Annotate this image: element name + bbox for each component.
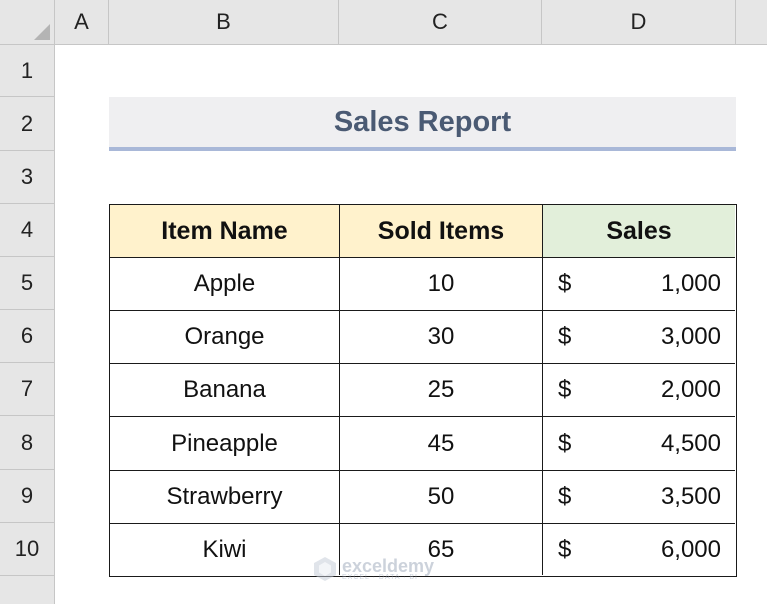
cell-sales[interactable]: $ 3,000 — [543, 311, 735, 364]
cell-sold-items[interactable]: 50 — [340, 471, 543, 524]
header-sold-items[interactable]: Sold Items — [340, 205, 543, 258]
row-header-7[interactable]: 7 — [0, 363, 55, 416]
currency-symbol: $ — [558, 535, 572, 563]
sales-amount: 2,000 — [660, 376, 721, 403]
currency-symbol: $ — [558, 323, 572, 350]
cell-item-name[interactable]: Kiwi — [110, 524, 340, 575]
cell-sold-items[interactable]: 45 — [340, 417, 543, 471]
header-sales[interactable]: Sales — [543, 205, 735, 258]
row-header-4[interactable]: 4 — [0, 204, 55, 257]
column-header-b[interactable]: B — [109, 0, 339, 45]
row-header-10[interactable]: 10 — [0, 523, 55, 576]
cell-sold-items[interactable]: 30 — [340, 311, 543, 364]
cell-sales[interactable]: $ 1,000 — [543, 258, 735, 311]
sales-table: Item Name Sold Items Sales Apple 10 $ 1,… — [109, 204, 737, 577]
sales-amount: 3,000 — [660, 323, 721, 350]
currency-symbol: $ — [558, 270, 572, 297]
select-all-triangle-icon — [34, 24, 50, 40]
header-item-name[interactable]: Item Name — [110, 205, 340, 258]
currency-symbol: $ — [558, 483, 572, 510]
cell-item-name[interactable]: Pineapple — [110, 417, 340, 471]
select-all-corner[interactable] — [0, 0, 55, 45]
column-header-c[interactable]: C — [339, 0, 542, 45]
row-header-2[interactable]: 2 — [0, 97, 55, 151]
cell-sales[interactable]: $ 6,000 — [543, 524, 735, 575]
sales-amount: 1,000 — [660, 270, 721, 297]
row-header-6[interactable]: 6 — [0, 310, 55, 363]
spreadsheet: A B C D 1 2 3 4 5 6 7 8 9 10 Sales Repor… — [0, 0, 767, 604]
sales-amount: 6,000 — [660, 535, 721, 563]
row-header-8[interactable]: 8 — [0, 416, 55, 470]
row-header-5[interactable]: 5 — [0, 257, 55, 310]
cell-item-name[interactable]: Apple — [110, 258, 340, 311]
cell-sold-items[interactable]: 10 — [340, 258, 543, 311]
currency-symbol: $ — [558, 376, 572, 403]
column-header-a[interactable]: A — [55, 0, 109, 45]
row-header-9[interactable]: 9 — [0, 470, 55, 523]
row-header-1[interactable]: 1 — [0, 45, 55, 97]
column-header-e-partial[interactable] — [736, 0, 767, 45]
cell-sales[interactable]: $ 4,500 — [543, 417, 735, 471]
currency-symbol: $ — [558, 429, 572, 457]
row-header-11-partial[interactable] — [0, 576, 55, 604]
cell-item-name[interactable]: Orange — [110, 311, 340, 364]
cell-sold-items[interactable]: 25 — [340, 364, 543, 417]
row-header-3[interactable]: 3 — [0, 151, 55, 204]
cell-sales[interactable]: $ 3,500 — [543, 471, 735, 524]
sales-amount: 3,500 — [660, 483, 721, 510]
column-header-d[interactable]: D — [542, 0, 736, 45]
sales-report-title[interactable]: Sales Report — [109, 97, 736, 151]
sales-amount: 4,500 — [660, 429, 721, 457]
cell-sales[interactable]: $ 2,000 — [543, 364, 735, 417]
cell-item-name[interactable]: Banana — [110, 364, 340, 417]
cell-item-name[interactable]: Strawberry — [110, 471, 340, 524]
cell-sold-items[interactable]: 65 — [340, 524, 543, 575]
